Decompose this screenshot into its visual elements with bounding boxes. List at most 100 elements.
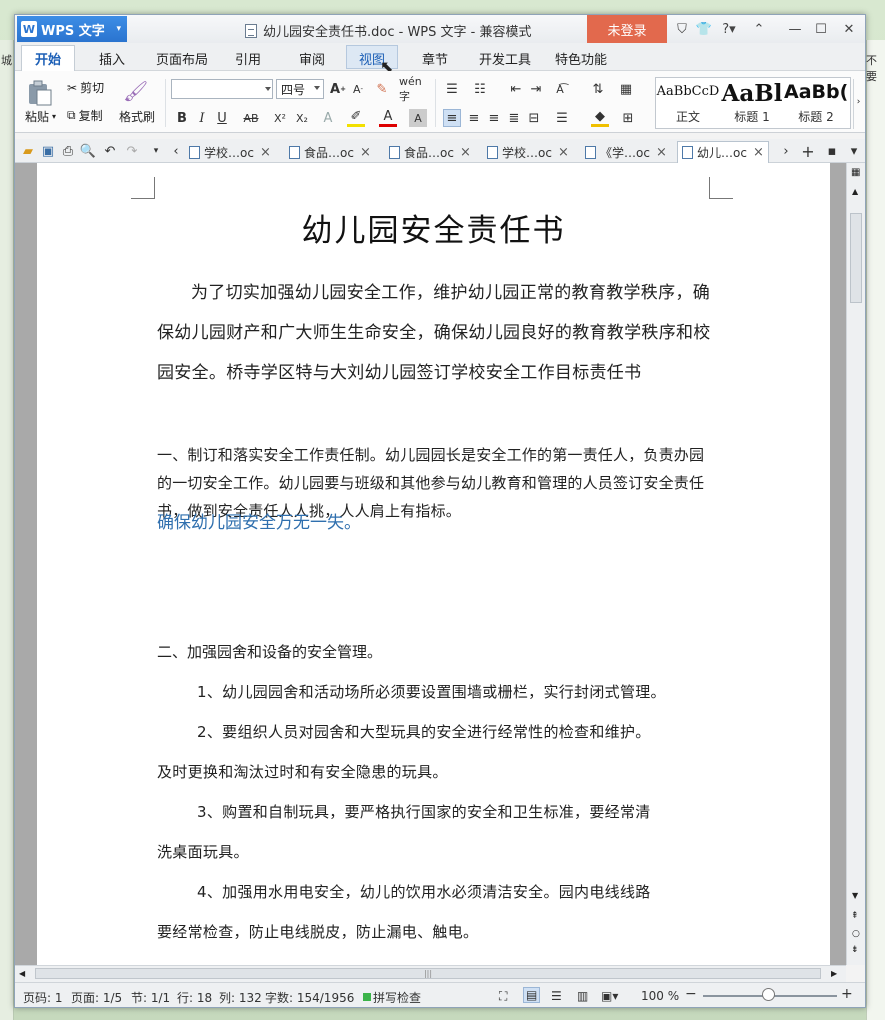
- close-tab-icon[interactable]: ×: [260, 145, 271, 160]
- copy-button[interactable]: ⧉ 复制: [67, 107, 103, 124]
- quick-access-dropdown-icon[interactable]: ▾: [147, 142, 165, 160]
- maximize-icon[interactable]: ☐: [811, 19, 831, 39]
- doc-tab[interactable]: 《学…oc ×: [581, 141, 671, 163]
- vertical-scroll-thumb[interactable]: [850, 213, 862, 303]
- prev-page-icon[interactable]: ⇞: [851, 911, 859, 921]
- styles-scroll-arrow[interactable]: ›: [853, 79, 863, 129]
- new-tab-icon[interactable]: +: [799, 142, 817, 161]
- print-preview-icon[interactable]: 🔍: [79, 142, 97, 160]
- align-left-icon[interactable]: ≡: [443, 109, 461, 127]
- char-shading-icon[interactable]: A: [409, 109, 427, 127]
- close-tab-icon[interactable]: ×: [360, 145, 371, 160]
- cut-button[interactable]: ✂ 剪切: [67, 79, 104, 96]
- redo-icon[interactable]: ↷: [123, 142, 141, 160]
- tab-chapter[interactable]: 章节: [422, 49, 448, 68]
- scroll-up-icon[interactable]: ▲: [852, 187, 858, 196]
- zoom-out-icon[interactable]: −: [685, 986, 697, 1002]
- underline-icon[interactable]: U: [213, 109, 231, 127]
- shrink-font-icon[interactable]: A-: [349, 80, 367, 98]
- highlight-icon[interactable]: ✐: [347, 109, 365, 127]
- decrease-indent-icon[interactable]: ⇤: [507, 80, 525, 98]
- horizontal-scroll-thumb[interactable]: |||: [35, 968, 821, 979]
- strikethrough-icon[interactable]: AB: [239, 109, 263, 127]
- bullet-list-icon[interactable]: ☰: [443, 80, 461, 98]
- select-browse-object-icon[interactable]: ○: [852, 929, 860, 939]
- style-normal[interactable]: AaBbCcD 正文: [656, 78, 720, 128]
- tab-list-icon[interactable]: ▪: [823, 142, 841, 160]
- align-right-icon[interactable]: ≡: [485, 109, 503, 127]
- close-tab-icon[interactable]: ×: [558, 145, 569, 160]
- next-page-icon[interactable]: ⇟: [851, 945, 859, 955]
- tab-review[interactable]: 审阅: [299, 49, 325, 68]
- open-folder-icon[interactable]: ▰: [19, 142, 37, 160]
- doc-tab-active[interactable]: 幼儿…oc ×: [677, 141, 769, 163]
- doc-tab[interactable]: 食品…oc ×: [285, 141, 375, 163]
- tab-special[interactable]: 特色功能: [555, 49, 607, 68]
- style-heading-1[interactable]: AaBl 标题 1: [720, 78, 784, 128]
- text-effect-icon[interactable]: A: [319, 109, 337, 127]
- font-size-select[interactable]: 四号: [276, 79, 324, 99]
- close-tab-icon[interactable]: ×: [460, 145, 471, 160]
- shading-fill-icon[interactable]: ◆: [591, 109, 609, 127]
- collapse-ribbon-icon[interactable]: ⌃: [749, 19, 769, 39]
- tabs-scroll-right-icon[interactable]: ›: [777, 142, 795, 160]
- close-window-icon[interactable]: ✕: [839, 19, 859, 39]
- reading-view-icon[interactable]: ▣▾: [601, 989, 618, 1003]
- paste-button[interactable]: 粘贴 ▾: [25, 108, 56, 125]
- minimize-icon[interactable]: —: [785, 19, 805, 39]
- spell-check-button[interactable]: 拼写检查: [373, 989, 421, 1006]
- clear-format-icon[interactable]: ✎: [373, 80, 391, 98]
- shirt-icon[interactable]: 👕: [695, 19, 713, 39]
- close-tab-icon[interactable]: ×: [656, 145, 667, 160]
- borders-icon[interactable]: ⊞: [619, 109, 637, 127]
- word-count[interactable]: 字数: 154/1956: [265, 989, 354, 1006]
- line-spacing-icon[interactable]: ☰: [553, 109, 571, 127]
- zoom-in-icon[interactable]: +: [841, 986, 853, 1002]
- undo-icon[interactable]: ↶: [101, 142, 119, 160]
- fullscreen-view-icon[interactable]: ⛶: [499, 989, 507, 1004]
- increase-indent-icon[interactable]: ⇥: [527, 80, 545, 98]
- skin-icon[interactable]: ⛉: [673, 19, 691, 39]
- wps-app-menu-button[interactable]: W WPS 文字 ▾: [17, 16, 127, 42]
- tab-references[interactable]: 引用: [235, 49, 261, 68]
- font-name-select[interactable]: [171, 79, 273, 99]
- close-tab-icon[interactable]: ×: [753, 145, 764, 160]
- paste-icon[interactable]: [27, 79, 53, 107]
- save-icon[interactable]: ▣: [39, 142, 57, 160]
- print-icon[interactable]: ⎙: [59, 142, 77, 160]
- zoom-slider-handle[interactable]: [762, 988, 775, 1001]
- subscript-icon[interactable]: X₂: [293, 109, 311, 127]
- doc-tab[interactable]: 食品…oc ×: [385, 141, 475, 163]
- tabs-scroll-left-icon[interactable]: ‹: [167, 142, 185, 160]
- style-heading-2[interactable]: AaBb( 标题 2: [784, 78, 848, 128]
- scroll-right-icon[interactable]: ▶: [831, 969, 837, 978]
- font-color-icon[interactable]: A: [379, 109, 397, 127]
- ruler-toggle-icon[interactable]: ▦: [851, 167, 860, 178]
- sort-icon[interactable]: ⇅: [589, 80, 607, 98]
- bold-icon[interactable]: B: [173, 109, 191, 127]
- grow-font-icon[interactable]: A +: [329, 80, 347, 98]
- doc-tab[interactable]: 学校…oc ×: [483, 141, 573, 163]
- horizontal-scrollbar[interactable]: ◀ ||| ▶: [15, 965, 846, 982]
- zoom-level[interactable]: 100 %: [641, 989, 679, 1003]
- italic-icon[interactable]: I: [193, 109, 211, 127]
- font-name-dropdown-icon[interactable]: [265, 87, 271, 91]
- format-painter-button[interactable]: 格式刷: [119, 108, 155, 125]
- vertical-scrollbar[interactable]: ▦ ▲ ▼ ⇞ ○ ⇟: [846, 163, 865, 965]
- page-view-icon[interactable]: ▤: [523, 987, 541, 1003]
- asian-layout-icon[interactable]: A͡: [551, 80, 569, 98]
- tab-page-layout[interactable]: 页面布局: [156, 49, 208, 68]
- tab-menu-icon[interactable]: ▾: [845, 142, 863, 160]
- login-button[interactable]: 未登录: [587, 15, 667, 43]
- help-icon[interactable]: ?▾: [717, 19, 741, 39]
- doc-tab[interactable]: 学校…oc ×: [185, 141, 275, 163]
- phonetic-guide-icon[interactable]: wén字: [399, 75, 429, 103]
- superscript-icon[interactable]: X²: [271, 109, 289, 127]
- tab-developer[interactable]: 开发工具: [479, 49, 531, 68]
- table-grid-icon[interactable]: ▦: [617, 80, 635, 98]
- tab-insert[interactable]: 插入: [99, 49, 125, 68]
- outline-view-icon[interactable]: ☰: [551, 989, 562, 1003]
- numbered-list-icon[interactable]: ☷: [471, 80, 489, 98]
- scroll-down-icon[interactable]: ▼: [852, 891, 858, 900]
- tab-home[interactable]: 开始: [21, 45, 75, 71]
